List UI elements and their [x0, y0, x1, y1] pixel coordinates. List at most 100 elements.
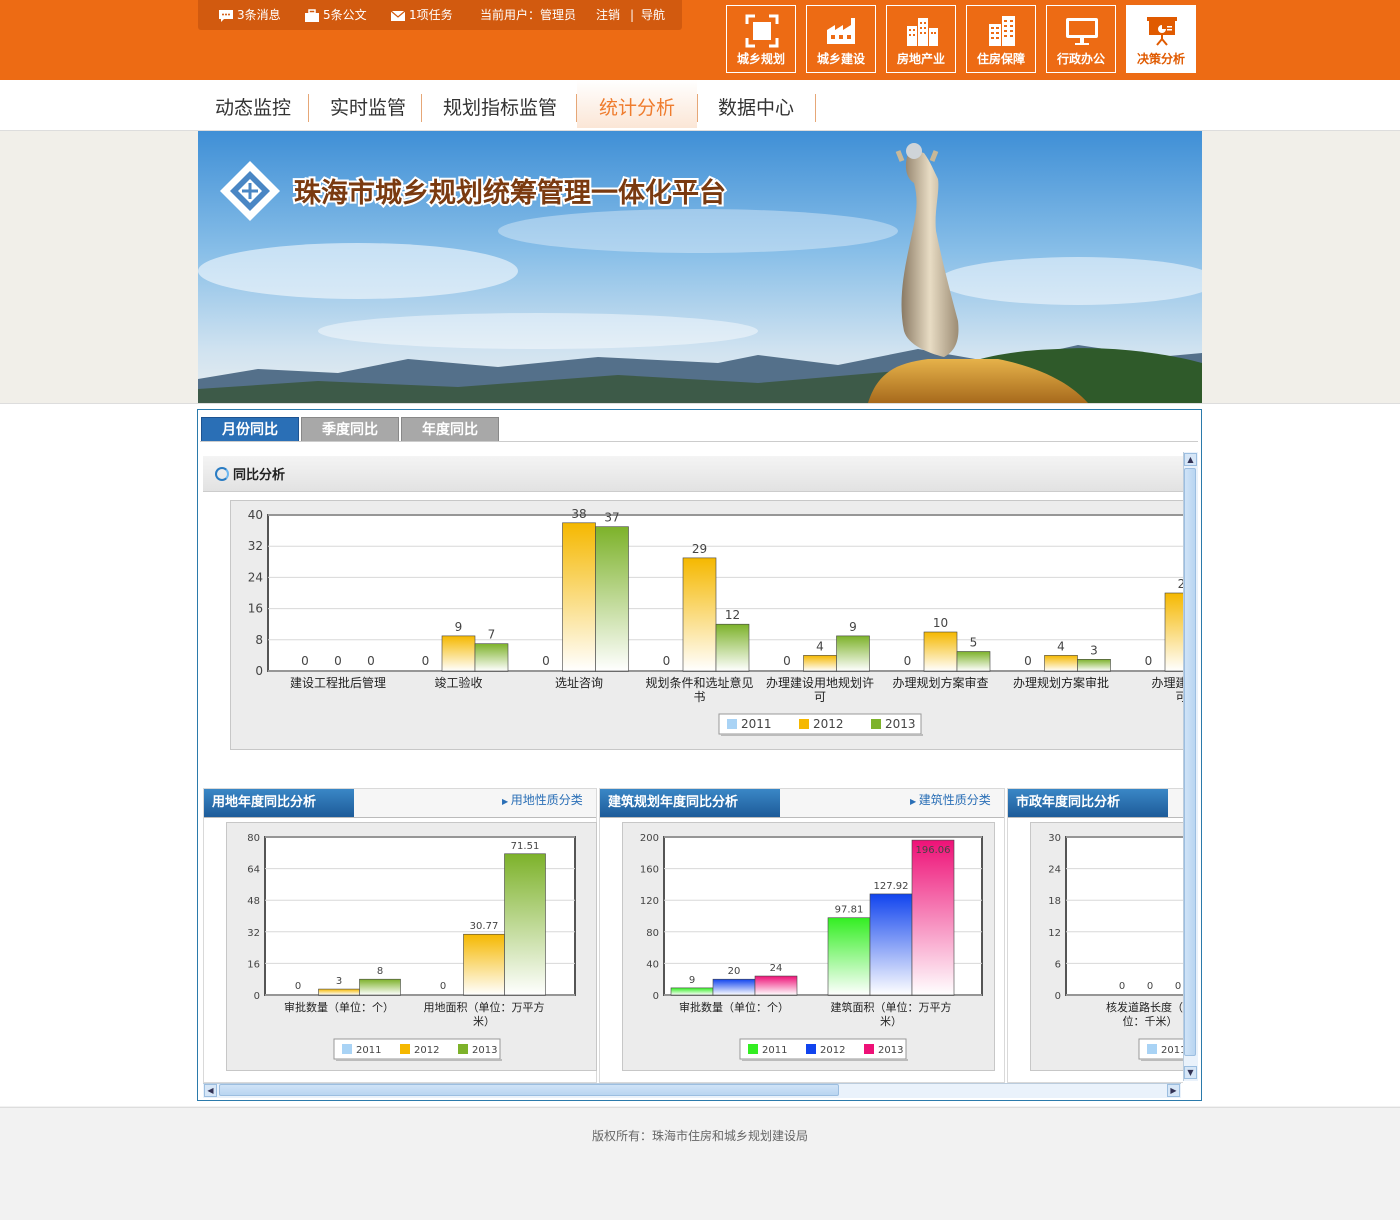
x-category-label: 审批数量（单位：个）	[679, 1000, 789, 1014]
nav-data-center[interactable]: 数据中心	[704, 80, 808, 128]
factory-icon	[827, 18, 855, 44]
section-header	[203, 456, 1183, 492]
logout-link[interactable]: 注销	[596, 6, 620, 24]
data-label: 0	[334, 654, 342, 668]
y-tick-label: 24	[1048, 865, 1061, 876]
nav-planning-index[interactable]: 规划指标监管	[428, 80, 572, 128]
tasks-link[interactable]: 1项任务	[390, 6, 453, 24]
data-label: 0	[1175, 981, 1181, 992]
y-tick-label: 16	[248, 602, 263, 616]
vertical-scroll-thumb[interactable]	[1184, 468, 1196, 1056]
frame-icon	[745, 14, 779, 48]
legend-label: 2011	[356, 1045, 381, 1056]
banner: 珠海市城乡规划统筹管理一体化平台	[198, 131, 1202, 403]
data-label: 20	[728, 966, 741, 977]
x-category-label: 可	[814, 690, 826, 704]
module-label: 房地产业	[896, 52, 945, 66]
y-tick-label: 80	[247, 833, 260, 844]
plot-area	[1065, 836, 1184, 996]
bar-2011	[827, 917, 871, 996]
chart-panel-building: 0 40 80 120 160 200 审批数量（单位：个） 9 20 24 建筑面积（单位：万平方…	[622, 822, 995, 1071]
bar-2013	[754, 975, 798, 996]
legend-label: 2012	[414, 1045, 439, 1056]
x-category-label: 建筑面积（单位：万平方	[831, 1000, 952, 1014]
x-category-label: 办理建设用地规划许	[766, 675, 874, 690]
bar-2012	[869, 893, 913, 996]
legend-label: 2012	[813, 717, 844, 731]
x-category-label: 选址咨询	[555, 675, 603, 690]
chart-panel-land: 0 16 32 48 64 80 审批数量（单位：个） 0 3 8 用地面积（单位：万平方 米） 0 30…	[226, 822, 597, 1071]
bar-2011	[670, 987, 714, 996]
bar-2013	[911, 839, 955, 996]
refresh-icon	[215, 467, 229, 481]
legend-shadow	[1141, 1059, 1184, 1061]
module-urban-planning[interactable]: 城乡规划	[726, 5, 796, 73]
monthly-comparison-chart: 0816243240建设工程批后管理0 0 0竣工验收097选址咨询038 37规划条…	[248, 507, 1184, 736]
bar-2012	[923, 631, 958, 672]
scroll-down-button[interactable]: ▼	[1184, 1066, 1197, 1079]
horizontal-scroll-thumb[interactable]	[219, 1084, 839, 1096]
data-label: 0	[904, 654, 912, 668]
chart-panel-main: 0 8 16 24 32 40 建设工程批后管理 0 0 0 竣工验收 0 9 7 选址咨询 0 38 37 规划条…	[230, 500, 1184, 750]
x-category-label: 米）	[880, 1015, 902, 1028]
notices-link[interactable]: 5条公文	[304, 6, 367, 24]
x-category-label: 位：千米）	[1123, 1014, 1178, 1028]
legend-shadow	[742, 1059, 908, 1061]
bar-2013	[474, 643, 509, 672]
tab-quarterly[interactable]: 季度同比	[301, 417, 399, 442]
bar-2013	[504, 853, 546, 996]
nav-statistics-analysis[interactable]: 统计分析	[577, 80, 697, 128]
navigate-link[interactable]: 导航	[641, 6, 665, 24]
data-label: 97.81	[835, 905, 864, 916]
municipal-header: 市政年度同比分析	[1008, 789, 1183, 818]
land-use-chart: 0 16 32 48 64 80 审批数量（单位：个） 0 3 8 用地面积（单位：万平方米） 0 30…	[247, 833, 576, 1061]
module-urban-construction[interactable]: 城乡建设	[806, 5, 876, 73]
legend-label: 2012	[820, 1045, 845, 1056]
legend-swatch	[458, 1044, 468, 1054]
module-label: 城乡建设	[816, 52, 865, 66]
scroll-right-button[interactable]: ▶	[1167, 1084, 1180, 1097]
data-label: 127.92	[874, 881, 909, 892]
legend-swatch	[748, 1044, 758, 1054]
y-tick-label: 32	[247, 928, 260, 939]
module-admin-office[interactable]: 行政办公	[1046, 5, 1116, 73]
scroll-left-button[interactable]: ◀	[204, 1084, 217, 1097]
building-type-link[interactable]: ▶ 建筑性质分类	[910, 791, 991, 808]
bar-2012	[318, 988, 360, 996]
bar-2013	[1077, 659, 1111, 672]
triangle-right-icon: ▶	[502, 797, 511, 806]
envelope-icon	[390, 10, 406, 21]
data-label: 7	[488, 628, 496, 642]
tab-yearly[interactable]: 年度同比	[401, 417, 499, 442]
y-tick-label: 40	[248, 508, 263, 522]
legend-label: 2013	[472, 1045, 497, 1056]
buildings-icon	[907, 18, 938, 46]
module-housing-security[interactable]: 住房保障	[966, 5, 1036, 73]
scroll-up-button[interactable]: ▲	[1184, 453, 1197, 466]
data-label: 0	[542, 654, 550, 668]
messages-link[interactable]: 3条消息	[218, 6, 281, 24]
y-tick-label: 0	[1055, 991, 1061, 1002]
module-label: 决策分析	[1136, 52, 1185, 66]
nav-realtime-supervision[interactable]: 实时监管	[316, 80, 420, 128]
tab-monthly[interactable]: 月份同比	[201, 417, 299, 442]
module-real-estate[interactable]: 房地产业	[886, 5, 956, 73]
module-decision-analysis[interactable]: 决策分析	[1126, 5, 1196, 73]
data-label: 0	[1024, 654, 1032, 668]
data-label: 37	[604, 511, 619, 525]
data-label: 4	[1057, 639, 1065, 653]
nav-dynamic-monitoring[interactable]: 动态监控	[200, 80, 306, 128]
legend-swatch	[400, 1044, 410, 1054]
data-label: 0	[440, 981, 446, 992]
copyright-text: 版权所有：珠海市住房和城乡规划建设局	[591, 1129, 808, 1143]
building-type-link-label: 建筑性质分类	[918, 793, 991, 807]
data-label: 9	[689, 975, 695, 986]
legend-swatch	[806, 1044, 816, 1054]
legend-shadow	[721, 734, 923, 736]
data-label: 0	[1119, 981, 1125, 992]
land-type-link[interactable]: ▶ 用地性质分类	[502, 791, 583, 808]
nav-divider	[308, 94, 309, 122]
data-label: 12	[725, 608, 740, 622]
y-tick-label: 80	[646, 928, 659, 939]
data-label: 9	[455, 620, 463, 634]
